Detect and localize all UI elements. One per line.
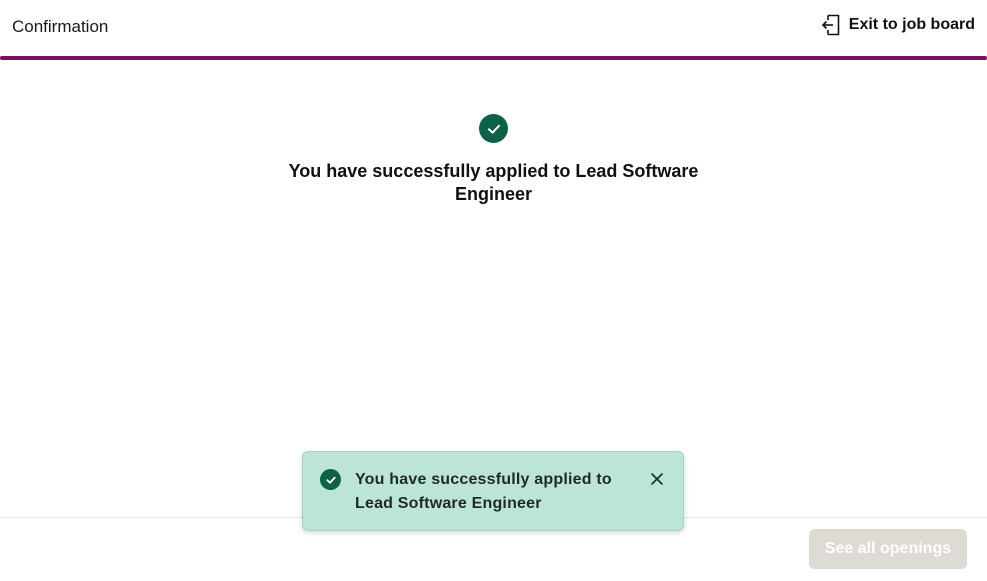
- confirmation-message: You have successfully applied to Lead So…: [288, 161, 699, 204]
- header-accent-divider: [0, 56, 987, 60]
- exit-to-job-board-link[interactable]: Exit to job board: [820, 14, 975, 36]
- header: Confirmation Exit to job board: [0, 0, 987, 56]
- check-circle-icon: [320, 469, 341, 490]
- page-title: Confirmation: [12, 17, 109, 36]
- toast-close-button[interactable]: [647, 471, 667, 491]
- toast-message: You have successfully applied to Lead So…: [355, 471, 612, 512]
- exit-to-job-board-label: Exit to job board: [848, 16, 975, 33]
- see-all-openings-button[interactable]: See all openings: [809, 529, 967, 569]
- close-icon: [651, 472, 663, 490]
- confirmation-page: Confirmation Exit to job board You have …: [0, 0, 987, 581]
- success-toast: You have successfully applied to Lead So…: [302, 451, 684, 531]
- exit-door-icon: [820, 14, 840, 36]
- check-circle-icon: [479, 114, 508, 143]
